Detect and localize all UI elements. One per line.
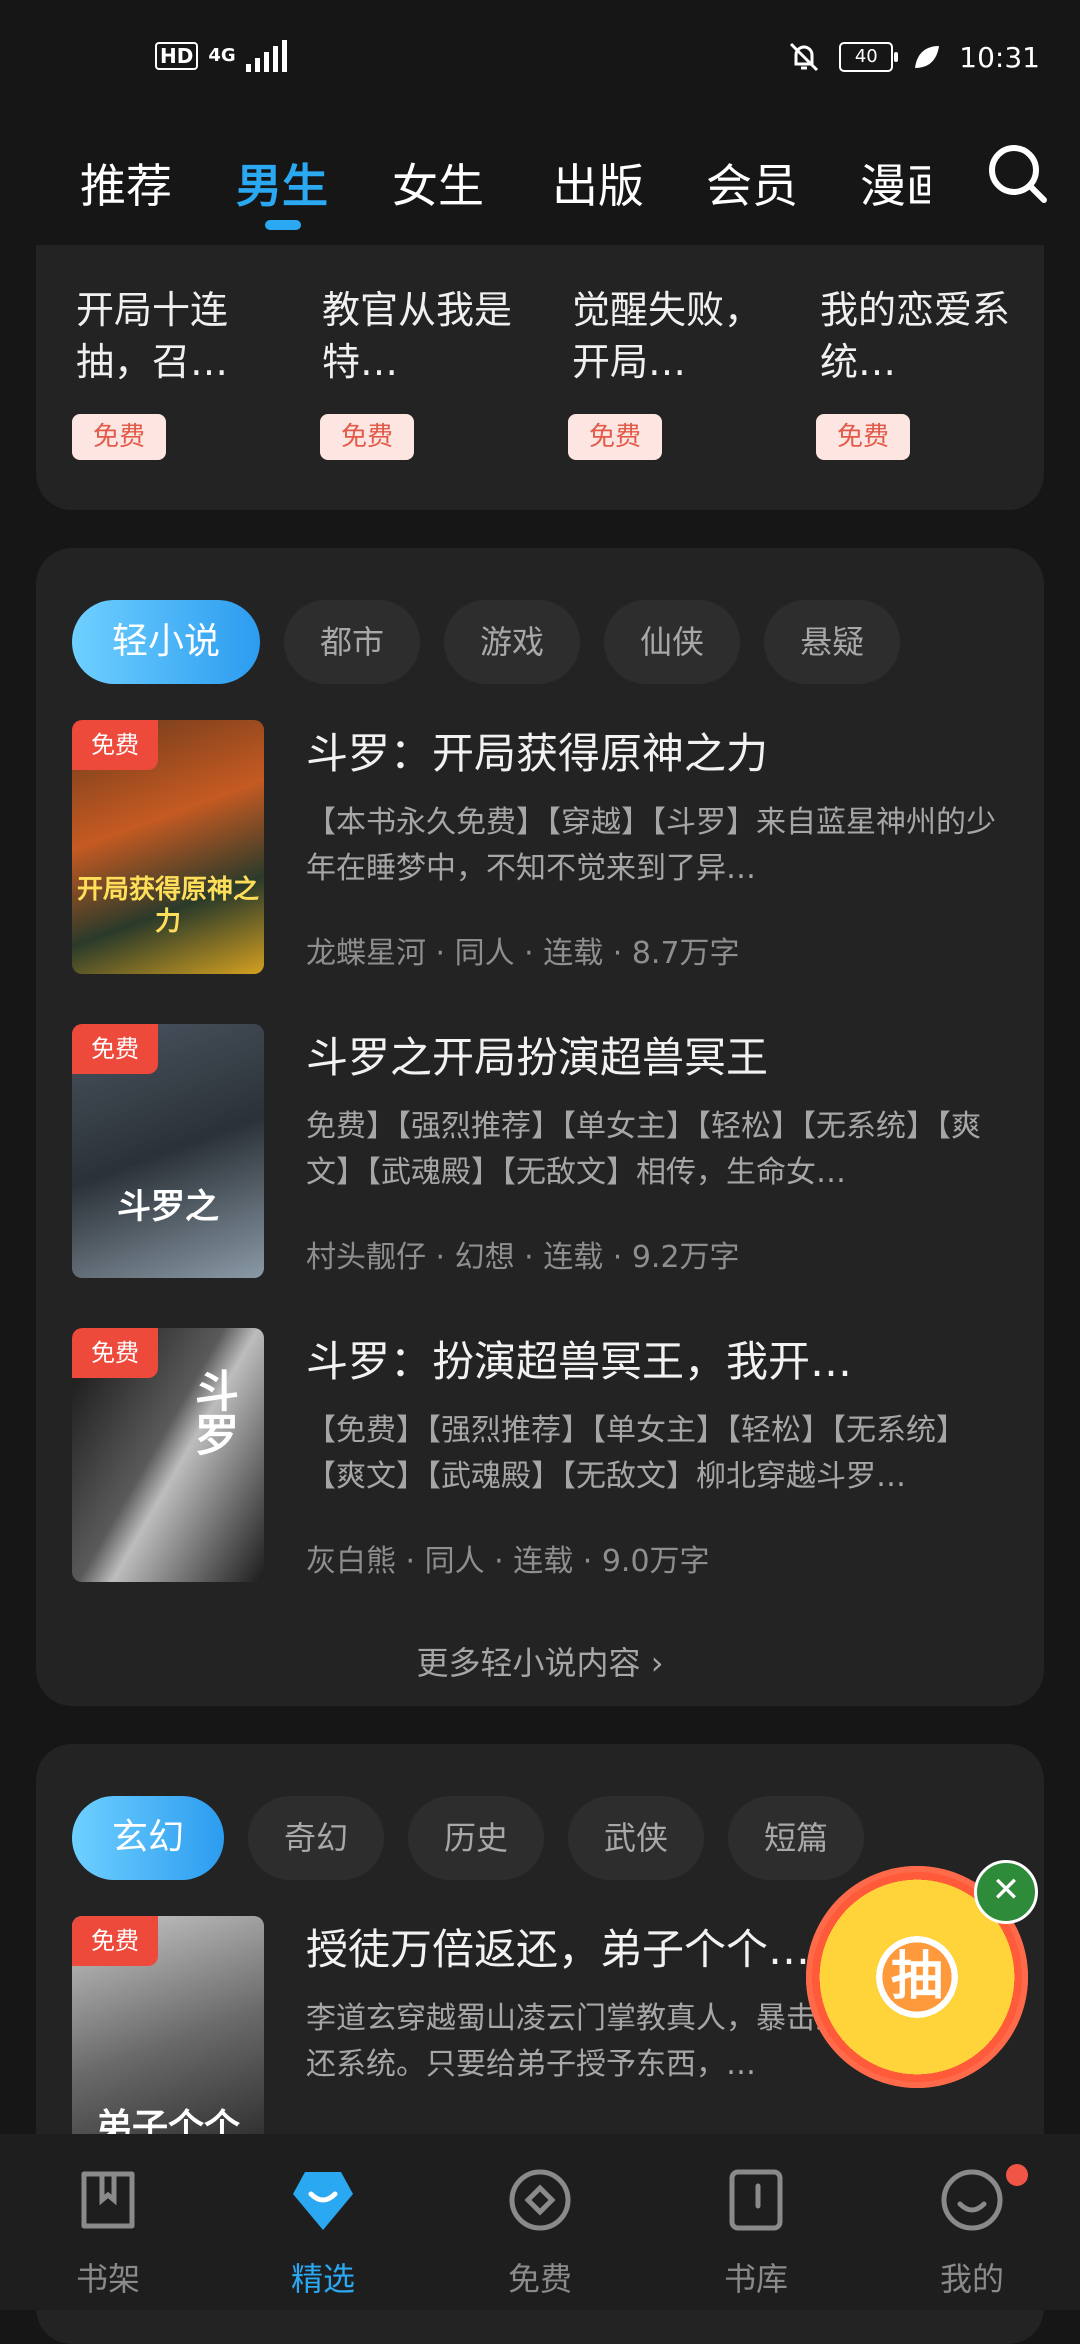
tab-publish[interactable]: 出版 — [552, 150, 644, 216]
book-meta: 龙蝶星河 · 同人 · 连载 · 8.7万字 — [306, 936, 740, 971]
book-meta: 村头靓仔 · 幻想 · 连载 · 9.2万字 — [306, 1240, 740, 1275]
free-badge: 免费 — [72, 720, 158, 770]
book-title[interactable]: 斗罗：开局获得原神之力 — [306, 720, 1006, 781]
nav-featured[interactable]: 精选 — [253, 2134, 393, 2310]
free-badge: 免费 — [816, 414, 910, 460]
book-title[interactable]: 授徒万倍返还，弟子个个… — [306, 1916, 826, 1977]
chip-mystery[interactable]: 悬疑 — [764, 600, 901, 684]
signal-icon — [245, 40, 287, 72]
featured-icon — [293, 2172, 353, 2230]
leaf-icon — [915, 46, 940, 68]
book-meta: 灰白熊 · 同人 · 连载 · 9.0万字 — [306, 1544, 710, 1579]
free-icon — [509, 2169, 571, 2231]
library-icon — [729, 2169, 783, 2231]
battery-indicator: 40 — [839, 42, 899, 72]
close-icon[interactable]: ✕ — [974, 1860, 1038, 1924]
bookshelf-icon — [81, 2171, 135, 2229]
mute-bell-icon — [790, 42, 819, 72]
cover-title: 开局获得原神之力 — [76, 875, 259, 937]
tab-member[interactable]: 会员 — [706, 150, 798, 216]
chip-fantasy[interactable]: 奇幻 — [248, 1796, 385, 1880]
free-badge: 免费 — [320, 414, 414, 460]
search-icon[interactable] — [986, 142, 1050, 206]
nav-library[interactable]: 书库 — [686, 2134, 826, 2310]
chip-xuanhuan[interactable]: 玄幻 — [72, 1796, 225, 1880]
book-cover[interactable]: 斗罗之 免费 — [72, 1024, 264, 1278]
more-label: 更多轻小说内容 — [416, 1644, 641, 1682]
network-type: 4G — [208, 45, 236, 66]
book-description: 【免费】【强烈推荐】【单女主】【轻松】【无系统】【爽文】【武魂殿】【无敌文】柳北… — [306, 1413, 966, 1494]
cover-title: 斗罗 — [187, 1368, 238, 1456]
book-item[interactable]: 斗罗 免费 斗罗：扮演超兽冥王，我开… 【免费】【强烈推荐】【单女主】【轻松】【… — [72, 1328, 1012, 1582]
nav-profile[interactable]: 我的 — [902, 2134, 1042, 2310]
active-tab-indicator — [265, 220, 301, 230]
chip-light-novel[interactable]: 轻小说 — [72, 600, 261, 684]
book-title[interactable]: 教官从我是特… — [322, 284, 522, 388]
book-title[interactable]: 我的恋爱系统… — [820, 284, 1020, 388]
chevron-right-icon: › — [650, 1644, 664, 1682]
chip-wuxia[interactable]: 武侠 — [568, 1796, 705, 1880]
genre-chips: 玄幻 奇幻 历史 武侠 短篇 — [72, 1796, 865, 1880]
category-tabs: 推荐 男生 女生 出版 会员 漫画 — [0, 120, 1080, 245]
light-novel-section: 轻小说 都市 游戏 仙侠 悬疑 开局获得原神之力 免费 斗罗：开局获得原神之力 … — [36, 548, 1044, 1706]
tab-recommend[interactable]: 推荐 — [80, 150, 172, 216]
book-item[interactable]: 斗罗之 免费 斗罗之开局扮演超兽冥王 免费】【强烈推荐】【单女主】【轻松】【无系… — [72, 1024, 1012, 1278]
book-description: 【本书永久免费】【穿越】【斗罗】来自蓝星神州的少年在睡梦中，不知不觉来到了异… — [306, 805, 996, 886]
tab-male[interactable]: 男生 — [236, 150, 328, 216]
free-badge: 免费 — [568, 414, 662, 460]
free-badge: 免费 — [72, 414, 166, 460]
hd-indicator: HD — [155, 42, 199, 70]
book-description: 免费】【强烈推荐】【单女主】【轻松】【无系统】【爽文】【武魂殿】【无敌文】相传，… — [306, 1109, 981, 1190]
book-title[interactable]: 开局十连抽，召… — [76, 284, 276, 388]
free-badge: 免费 — [72, 1328, 158, 1378]
book-cover[interactable]: 开局获得原神之力 免费 — [72, 720, 264, 974]
book-cover[interactable]: 弟子个个 免费 — [72, 1916, 264, 2170]
clock: 10:31 — [959, 40, 1040, 74]
free-badge: 免费 — [72, 1024, 158, 1074]
book-cover[interactable]: 斗罗 免费 — [72, 1328, 264, 1582]
book-item[interactable]: 开局获得原神之力 免费 斗罗：开局获得原神之力 【本书永久免费】【穿越】【斗罗】… — [72, 720, 1012, 974]
more-light-novel-link[interactable]: 更多轻小说内容 › — [36, 1638, 1044, 1684]
tab-female[interactable]: 女生 — [392, 150, 484, 216]
chip-game[interactable]: 游戏 — [444, 600, 581, 684]
chip-xianxia[interactable]: 仙侠 — [604, 600, 741, 684]
tab-comic[interactable]: 漫画 — [860, 150, 930, 216]
notification-dot — [1006, 2164, 1028, 2186]
genre-chips: 轻小说 都市 游戏 仙侠 悬疑 — [72, 600, 901, 684]
top-book-grid: 开局十连抽，召… 教官从我是特… 觉醒失败，开局… 我的恋爱系统… 免费 免费 … — [36, 190, 1044, 510]
book-title[interactable]: 斗罗之开局扮演超兽冥王 — [306, 1024, 1006, 1085]
profile-icon — [941, 2169, 1003, 2231]
chip-history[interactable]: 历史 — [408, 1796, 545, 1880]
free-badge: 免费 — [72, 1916, 158, 1966]
bottom-navigation: 书架 精选 免费 书库 我的 — [0, 2134, 1080, 2310]
status-bar: HD 4G 40 10:31 — [0, 0, 1080, 120]
nav-free[interactable]: 免费 — [470, 2134, 610, 2310]
nav-bookshelf[interactable]: 书架 — [38, 2134, 178, 2310]
cover-title: 斗罗之 — [117, 1187, 219, 1227]
book-title[interactable]: 觉醒失败，开局… — [572, 284, 772, 388]
chip-urban[interactable]: 都市 — [284, 600, 421, 684]
book-description: 李道玄穿越蜀山凌云门掌教真人，暴击返还系统。只要给弟子授予东西，… — [306, 2001, 846, 2082]
book-title[interactable]: 斗罗：扮演超兽冥王，我开… — [306, 1328, 1006, 1389]
